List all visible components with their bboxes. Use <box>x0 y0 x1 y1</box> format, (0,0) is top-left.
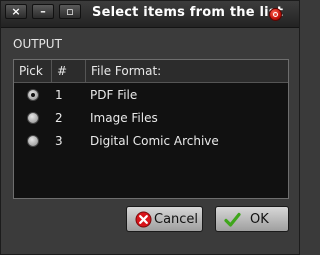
ok-button[interactable]: OK <box>215 206 289 232</box>
window-minimize-button[interactable]: – <box>32 4 54 19</box>
list-header: Pick # File Format: <box>14 60 288 83</box>
column-header-pick[interactable]: Pick <box>14 60 52 82</box>
cancel-label: Cancel <box>154 212 199 227</box>
app-status-icon <box>269 8 282 21</box>
row-number: 3 <box>55 134 63 148</box>
row-number: 2 <box>55 111 63 125</box>
window-maximize-button[interactable]: ▫ <box>59 4 81 19</box>
row-number: 1 <box>55 88 63 102</box>
pick-radio[interactable] <box>27 112 39 124</box>
list-item[interactable]: 2 Image Files <box>14 107 288 130</box>
row-format: Digital Comic Archive <box>90 134 219 148</box>
list-item[interactable]: 3 Digital Comic Archive <box>14 130 288 153</box>
title-bar[interactable]: × – ▫ Select items from the list <box>1 1 299 28</box>
row-format: Image Files <box>90 111 158 125</box>
file-format-list[interactable]: Pick # File Format: 1 PDF File 2 Image F… <box>13 59 289 199</box>
window-title: Select items from the list <box>92 5 284 20</box>
column-header-file-format[interactable]: File Format: <box>86 60 288 82</box>
cancel-icon <box>135 211 152 228</box>
dialog-window: × – ▫ Select items from the list OUTPUT … <box>0 0 300 255</box>
section-label: OUTPUT <box>13 37 62 51</box>
list-item[interactable]: 1 PDF File <box>14 84 288 107</box>
row-format: PDF File <box>90 88 138 102</box>
ok-label: OK <box>250 212 269 227</box>
window-close-button[interactable]: × <box>5 4 27 19</box>
pick-radio[interactable] <box>27 135 39 147</box>
cancel-button[interactable]: Cancel <box>126 206 203 232</box>
checkmark-icon <box>224 212 241 227</box>
column-header-number[interactable]: # <box>52 60 86 82</box>
pick-radio-checked[interactable] <box>27 89 39 101</box>
